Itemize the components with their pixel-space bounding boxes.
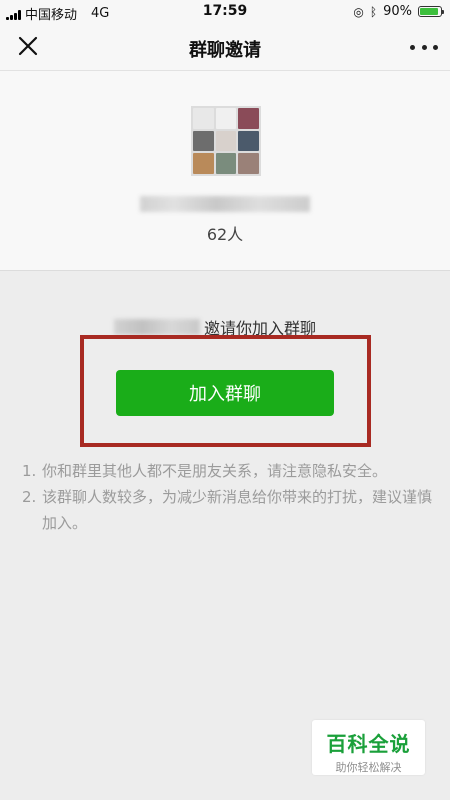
watermark-logo: 百科全说 助你轻松解决	[312, 720, 425, 775]
battery-percent: 90%	[383, 4, 412, 19]
status-bar: 中国移动 4G 17:59 ◎ ᛒ 90%	[0, 0, 450, 24]
note-text: 你和群里其他人都不是朋友关系，请注意隐私安全。	[42, 462, 388, 480]
status-right: ◎ ᛒ 90%	[353, 4, 444, 19]
more-dot-icon	[421, 44, 427, 50]
member-avatar-tile	[238, 130, 259, 152]
note-item: 1. 你和群里其他人都不是朋友关系，请注意隐私安全。	[22, 458, 432, 484]
watermark-title: 百科全说	[326, 732, 411, 756]
member-avatar-tile	[238, 108, 259, 129]
member-avatar-tile	[193, 130, 214, 152]
member-avatar-tile	[215, 130, 237, 152]
nav-bar: 群聊邀请	[0, 24, 450, 71]
group-info-card: 62人	[0, 71, 450, 271]
member-avatar-tile	[193, 153, 214, 174]
group-avatar	[191, 106, 261, 176]
member-avatar-tile	[193, 108, 214, 129]
more-dot-icon	[433, 44, 438, 50]
more-dot-icon	[410, 44, 415, 50]
watermark-subtitle: 助你轻松解决	[335, 761, 402, 774]
bluetooth-icon: ᛒ	[369, 4, 378, 19]
note-number: 1.	[22, 462, 37, 480]
member-avatar-tile	[238, 153, 259, 174]
note-text: 该群聊人数较多，为减少新消息给你带来的打扰，建议谨慎加入。	[42, 488, 433, 532]
note-number: 2.	[22, 488, 37, 506]
member-avatar-tile	[215, 108, 237, 129]
group-name-redacted	[140, 196, 310, 212]
battery-fill	[420, 8, 438, 15]
inviter-name-redacted	[114, 319, 200, 335]
join-group-button[interactable]: 加入群聊	[116, 370, 334, 416]
notes-list: 1. 你和群里其他人都不是朋友关系，请注意隐私安全。 2. 该群聊人数较多，为减…	[22, 458, 432, 536]
rotation-lock-icon: ◎	[353, 4, 364, 19]
page-title: 群聊邀请	[189, 40, 261, 61]
member-avatar-tile	[215, 153, 237, 174]
note-item: 2. 该群聊人数较多，为减少新消息给你带来的打扰，建议谨慎加入。	[22, 484, 432, 536]
group-member-count: 62人	[206, 225, 244, 244]
battery-icon	[418, 6, 444, 17]
more-button[interactable]	[410, 36, 438, 58]
